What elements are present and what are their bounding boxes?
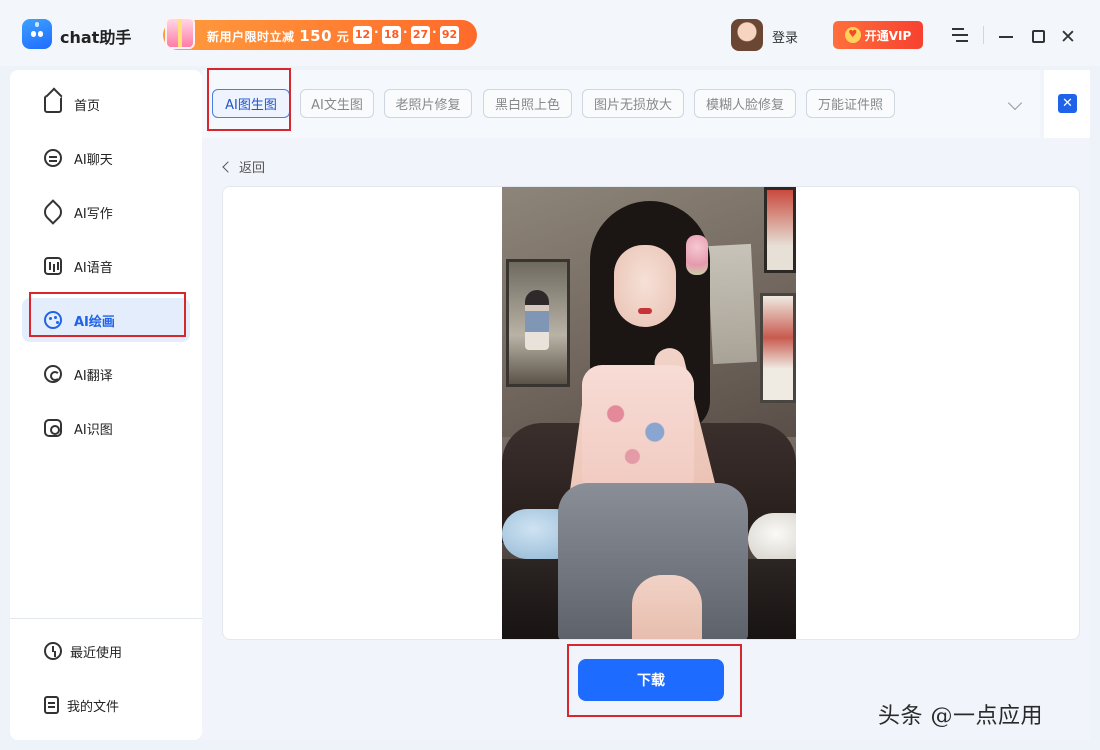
sidebar-item-label: AI翻译 xyxy=(74,368,113,384)
translate-icon xyxy=(44,365,62,383)
countdown-seconds: 27 xyxy=(411,26,430,44)
close-panel-icon[interactable]: ✕ xyxy=(1058,94,1077,113)
side-panel-toggle: ✕ xyxy=(1044,70,1090,138)
result-image-panel xyxy=(222,186,1080,640)
countdown-centiseconds: 92 xyxy=(440,26,459,44)
sidebar-item-label: AI识图 xyxy=(74,422,113,438)
palette-icon xyxy=(44,311,62,329)
gift-box-icon xyxy=(165,17,195,49)
sidebar-item-ai-image-recognition[interactable]: AI识图 xyxy=(22,406,190,450)
file-icon xyxy=(44,696,59,714)
watermark-text: 头条 @一点应用 xyxy=(878,704,1043,729)
user-avatar[interactable] xyxy=(731,19,763,51)
voice-wave-icon xyxy=(44,257,62,275)
countdown-separator: · xyxy=(403,25,408,39)
close-window-icon[interactable]: ✕ xyxy=(1060,26,1076,48)
app-name: chat助手 xyxy=(60,28,132,47)
open-vip-button[interactable]: ♥ 开通VIP xyxy=(833,21,923,49)
sidebar-item-my-files[interactable]: 我的文件 xyxy=(22,683,190,727)
tab-bw-colorize[interactable]: 黑白照上色 xyxy=(483,89,572,118)
sidebar-divider xyxy=(10,618,202,619)
tab-ai-image-to-image[interactable]: AI图生图 xyxy=(212,89,290,118)
home-icon xyxy=(44,95,62,113)
sidebar-item-ai-painting[interactable]: AI绘画 xyxy=(22,298,190,342)
countdown-minutes: 18 xyxy=(382,26,401,44)
generated-image xyxy=(502,187,796,639)
vip-label: 开通VIP xyxy=(864,28,912,43)
tab-old-photo-restore[interactable]: 老照片修复 xyxy=(384,89,472,118)
chat-bubble-icon xyxy=(44,149,62,167)
title-bar: chat助手 新用户限时立减 150 元 12 · 18 · 27 · 92 登… xyxy=(0,0,1100,66)
chevron-down-icon[interactable] xyxy=(1007,95,1023,111)
sidebar-item-label: AI写作 xyxy=(74,206,113,222)
countdown-hours: 12 xyxy=(353,26,372,44)
promo-text: 新用户限时立减 150 元 xyxy=(207,27,350,45)
minimize-icon[interactable] xyxy=(999,36,1013,38)
sidebar-item-ai-chat[interactable]: AI聊天 xyxy=(22,136,190,180)
maximize-icon[interactable] xyxy=(1032,30,1045,43)
sidebar-item-label: AI聊天 xyxy=(74,152,113,168)
sidebar-item-recent[interactable]: 最近使用 xyxy=(22,629,190,673)
sidebar: 首页 AI聊天 AI写作 AI语音 AI绘画 AI翻译 AI识图 最近使用 我的… xyxy=(10,70,202,740)
login-link[interactable]: 登录 xyxy=(772,27,798,46)
tab-id-photo[interactable]: 万能证件照 xyxy=(806,89,895,118)
sidebar-item-ai-writing[interactable]: AI写作 xyxy=(22,190,190,234)
robot-logo-icon xyxy=(22,19,52,49)
chevron-left-icon xyxy=(222,160,234,173)
sidebar-item-home[interactable]: 首页 xyxy=(22,82,190,126)
sidebar-item-ai-translate[interactable]: AI翻译 xyxy=(22,352,190,396)
back-link[interactable]: 返回 xyxy=(222,157,266,176)
promo-banner[interactable]: 新用户限时立减 150 元 12 · 18 · 27 · 92 xyxy=(163,17,477,50)
sidebar-item-label: 首页 xyxy=(74,98,101,114)
sidebar-item-label: 最近使用 xyxy=(70,645,123,661)
sidebar-item-label: AI绘画 xyxy=(74,314,115,330)
download-button[interactable]: 下载 xyxy=(578,659,724,701)
tab-blur-face-restore[interactable]: 模糊人脸修复 xyxy=(694,89,796,118)
main-content: AI图生图 AI文生图 老照片修复 黑白照上色 图片无损放大 模糊人脸修复 万能… xyxy=(202,70,1090,740)
back-label: 返回 xyxy=(239,161,266,176)
countdown-separator: · xyxy=(374,25,379,39)
menu-icon[interactable] xyxy=(952,28,968,42)
sidebar-item-ai-voice[interactable]: AI语音 xyxy=(22,244,190,288)
feather-pen-icon xyxy=(40,199,66,225)
image-scan-icon xyxy=(44,419,62,437)
tab-ai-text-to-image[interactable]: AI文生图 xyxy=(300,89,374,118)
sidebar-item-label: 我的文件 xyxy=(67,699,120,715)
history-clock-icon xyxy=(44,642,62,660)
window-controls-divider xyxy=(983,26,984,44)
tab-lossless-upscale[interactable]: 图片无损放大 xyxy=(582,89,684,118)
sidebar-item-label: AI语音 xyxy=(74,260,113,276)
countdown-separator: · xyxy=(432,25,437,39)
feature-tab-bar: AI图生图 AI文生图 老照片修复 黑白照上色 图片无损放大 模糊人脸修复 万能… xyxy=(202,70,1040,138)
heart-icon: ♥ xyxy=(844,27,861,43)
